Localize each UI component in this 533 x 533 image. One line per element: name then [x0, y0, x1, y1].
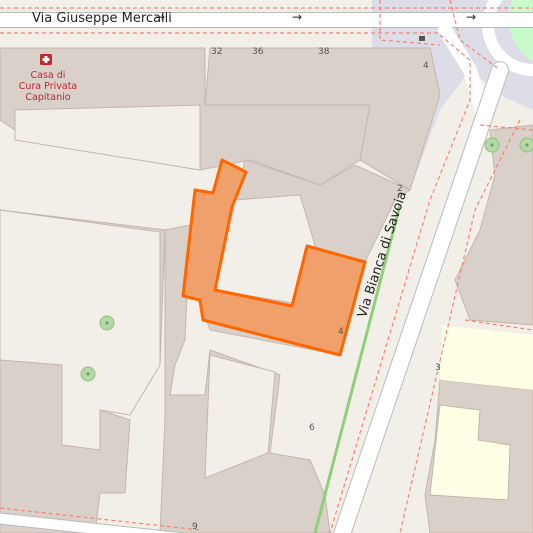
- house-number: 4: [423, 61, 429, 71]
- entrance-marker-icon: [419, 36, 425, 41]
- hospital-cross-icon[interactable]: [40, 54, 52, 65]
- house-number: 2: [397, 184, 403, 194]
- street-label-mercalli: Via Giuseppe Mercalli: [32, 11, 172, 26]
- street-name: Via Giuseppe Mercalli: [32, 11, 172, 26]
- house-number: 6: [309, 423, 315, 433]
- house-number: 9: [192, 522, 198, 532]
- poi-line: Casa di: [30, 70, 66, 81]
- school-area: [440, 325, 533, 390]
- house-number: 3: [435, 363, 441, 373]
- oneway-arrow-icon: →: [466, 10, 477, 24]
- poi-line: Capitanio: [25, 92, 71, 103]
- house-number: 32: [211, 47, 223, 57]
- house-number: 36: [252, 47, 264, 57]
- poi-label-hospital[interactable]: Casa di Cura Privata Capitanio: [18, 70, 78, 103]
- map-canvas[interactable]: Via Giuseppe Mercalli Via Bianca di Savo…: [0, 0, 533, 533]
- map-base: [0, 0, 533, 533]
- oneway-arrow-icon: →: [155, 10, 166, 24]
- oneway-arrow-icon: →: [292, 10, 303, 24]
- poi-line: Cura Privata: [18, 81, 78, 92]
- house-number: 4: [338, 327, 344, 337]
- house-number: 38: [318, 47, 330, 57]
